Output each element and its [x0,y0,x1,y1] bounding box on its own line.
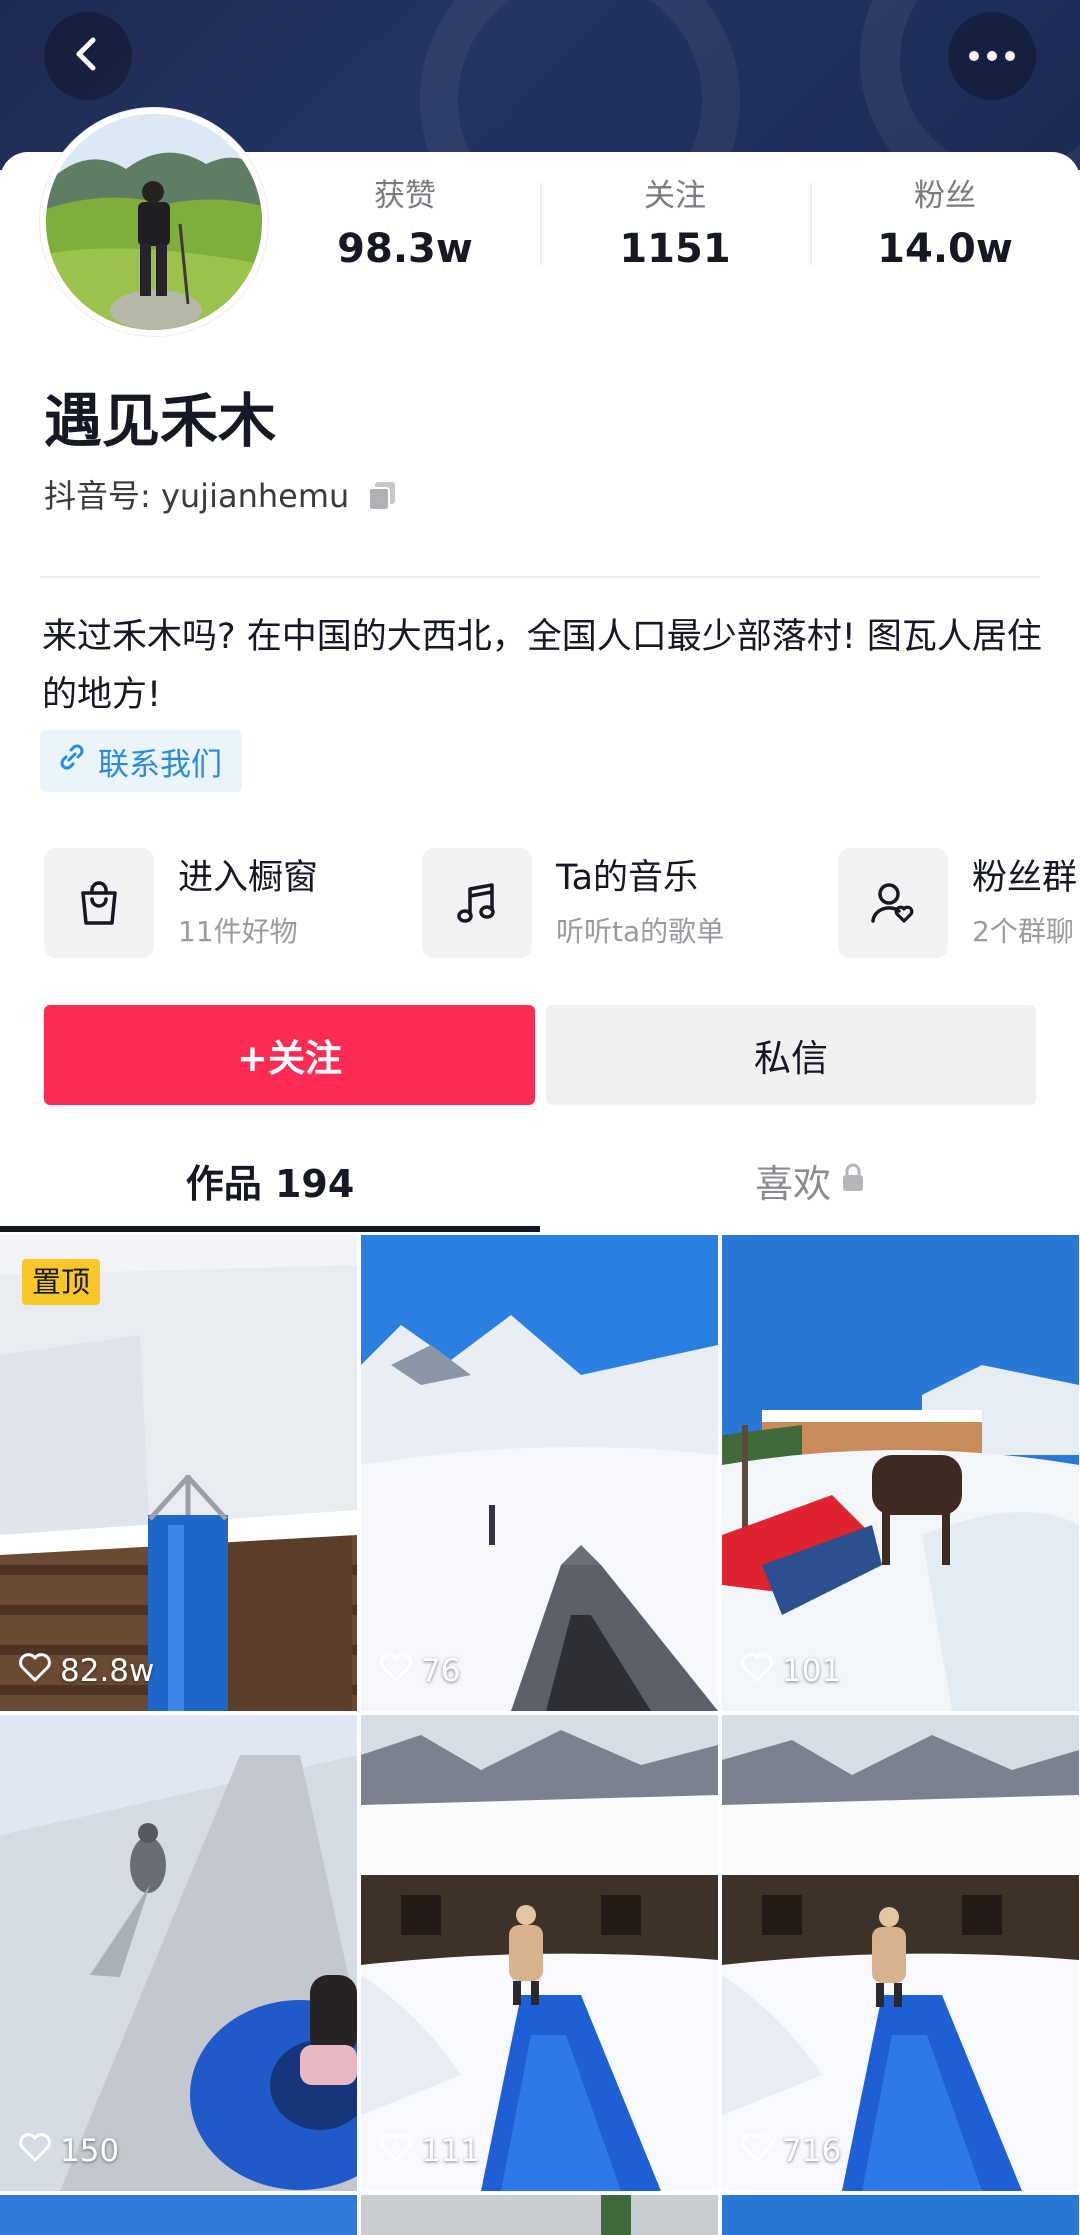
likes-count: 82.8w [60,1653,155,1689]
video-likes: 101 [740,1651,841,1691]
video-tile[interactable] [0,2195,357,2235]
more-button[interactable] [948,12,1036,100]
profile-stats: 获赞 98.3w 关注 1151 粉丝 14.0w [270,175,1080,275]
video-thumbnail [0,1715,357,2191]
profile-shortcuts: 进入橱窗 11件好物 Ta的音乐 听听ta的歌单 粉丝群 2个群聊 [44,848,1080,958]
likes-count: 76 [421,1653,461,1689]
tab-works[interactable]: 作品 194 [0,1130,540,1230]
video-thumbnail [361,1235,718,1711]
video-tile[interactable]: 76 [361,1235,718,1711]
entry-title: 粉丝群 [972,858,1078,898]
video-thumbnail [361,1715,718,2191]
heart-icon [379,1651,421,1691]
entry-title: 进入橱窗 [178,858,319,898]
profile-bio: 来过禾木吗? 在中国的大西北，全国人口最少部落村! 图瓦人居住的地方! [42,617,1042,715]
stat-value: 14.0w [877,226,1013,272]
shopping-bag-icon [44,848,154,958]
heart-icon [18,1651,60,1691]
tab-works-label: 作品 194 [185,1161,355,1206]
avatar-image [46,114,262,330]
video-likes: 150 [18,2131,119,2171]
stat-following[interactable]: 关注 1151 [540,175,810,275]
video-likes: 82.8w [18,1651,154,1691]
video-tile[interactable]: 150 [0,1715,357,2191]
profile-tabs: 作品 194 喜欢 [0,1130,1080,1232]
video-grid: 置顶 82.8w 76 101 150 111 716 [0,1235,1080,2235]
fan-group-icon [838,848,948,958]
likes-count: 111 [421,2133,481,2169]
profile-name: 遇见禾木 [44,387,277,455]
video-likes: 111 [379,2131,480,2171]
stat-value: 98.3w [337,226,473,272]
back-button[interactable] [44,12,132,100]
video-likes: 716 [740,2131,841,2171]
stat-label: 粉丝 [914,178,976,214]
fan-group-entry[interactable]: 粉丝群 2个群聊 [838,848,1077,958]
pinned-badge: 置顶 [22,1259,101,1305]
video-tile[interactable]: 101 [722,1235,1079,1711]
music-entry[interactable]: Ta的音乐 听听ta的歌单 [422,848,724,958]
copy-icon[interactable] [365,478,401,514]
divider [40,576,1040,578]
likes-count: 716 [782,2133,842,2169]
entry-subtitle: 11件好物 [178,915,298,948]
message-button[interactable]: 私信 [546,1005,1036,1105]
video-thumbnail [361,2195,718,2235]
stat-label: 关注 [644,178,706,214]
more-horizontal-icon [967,47,1017,66]
contact-us-label: 联系我们 [98,746,222,783]
avatar[interactable] [40,108,268,336]
video-likes: 76 [379,1651,460,1691]
heart-icon [740,2131,782,2171]
tab-likes[interactable]: 喜欢 [540,1130,1080,1230]
stat-value: 1151 [619,226,731,272]
link-icon [56,741,98,781]
video-thumbnail [0,1235,357,1711]
tab-likes-label: 喜欢 [754,1161,831,1206]
likes-count: 101 [782,1653,842,1689]
video-tile[interactable]: 111 [361,1715,718,2191]
stat-followers[interactable]: 粉丝 14.0w [810,175,1080,275]
entry-subtitle: 听听ta的歌单 [556,915,725,948]
contact-us-button[interactable]: 联系我们 [40,730,242,792]
video-tile[interactable]: 716 [722,1715,1079,2191]
video-thumbnail [722,1235,1079,1711]
heart-icon [379,2131,421,2171]
heart-icon [740,1651,782,1691]
video-tile[interactable] [361,2195,718,2235]
heart-icon [18,2131,60,2171]
stat-label: 获赞 [374,178,436,214]
video-thumbnail [0,2195,357,2235]
chevron-left-icon [68,34,108,78]
tab-indicator [0,1226,540,1232]
video-tile[interactable]: 置顶 82.8w [0,1235,357,1711]
lock-icon [831,1158,865,1202]
entry-title: Ta的音乐 [556,858,699,898]
video-thumbnail [722,2195,1079,2235]
douyin-id: 抖音号: yujianhemu [44,476,401,516]
likes-count: 150 [60,2133,120,2169]
entry-subtitle: 2个群聊 [972,915,1074,948]
video-tile[interactable] [722,2195,1079,2235]
banner-decoration [420,0,740,170]
follow-button[interactable]: +关注 [44,1005,535,1105]
video-thumbnail [722,1715,1079,2191]
douyin-id-text: 抖音号: yujianhemu [44,477,350,515]
music-note-icon [422,848,532,958]
shop-window-entry[interactable]: 进入橱窗 11件好物 [44,848,318,958]
stat-likes[interactable]: 获赞 98.3w [270,175,540,275]
